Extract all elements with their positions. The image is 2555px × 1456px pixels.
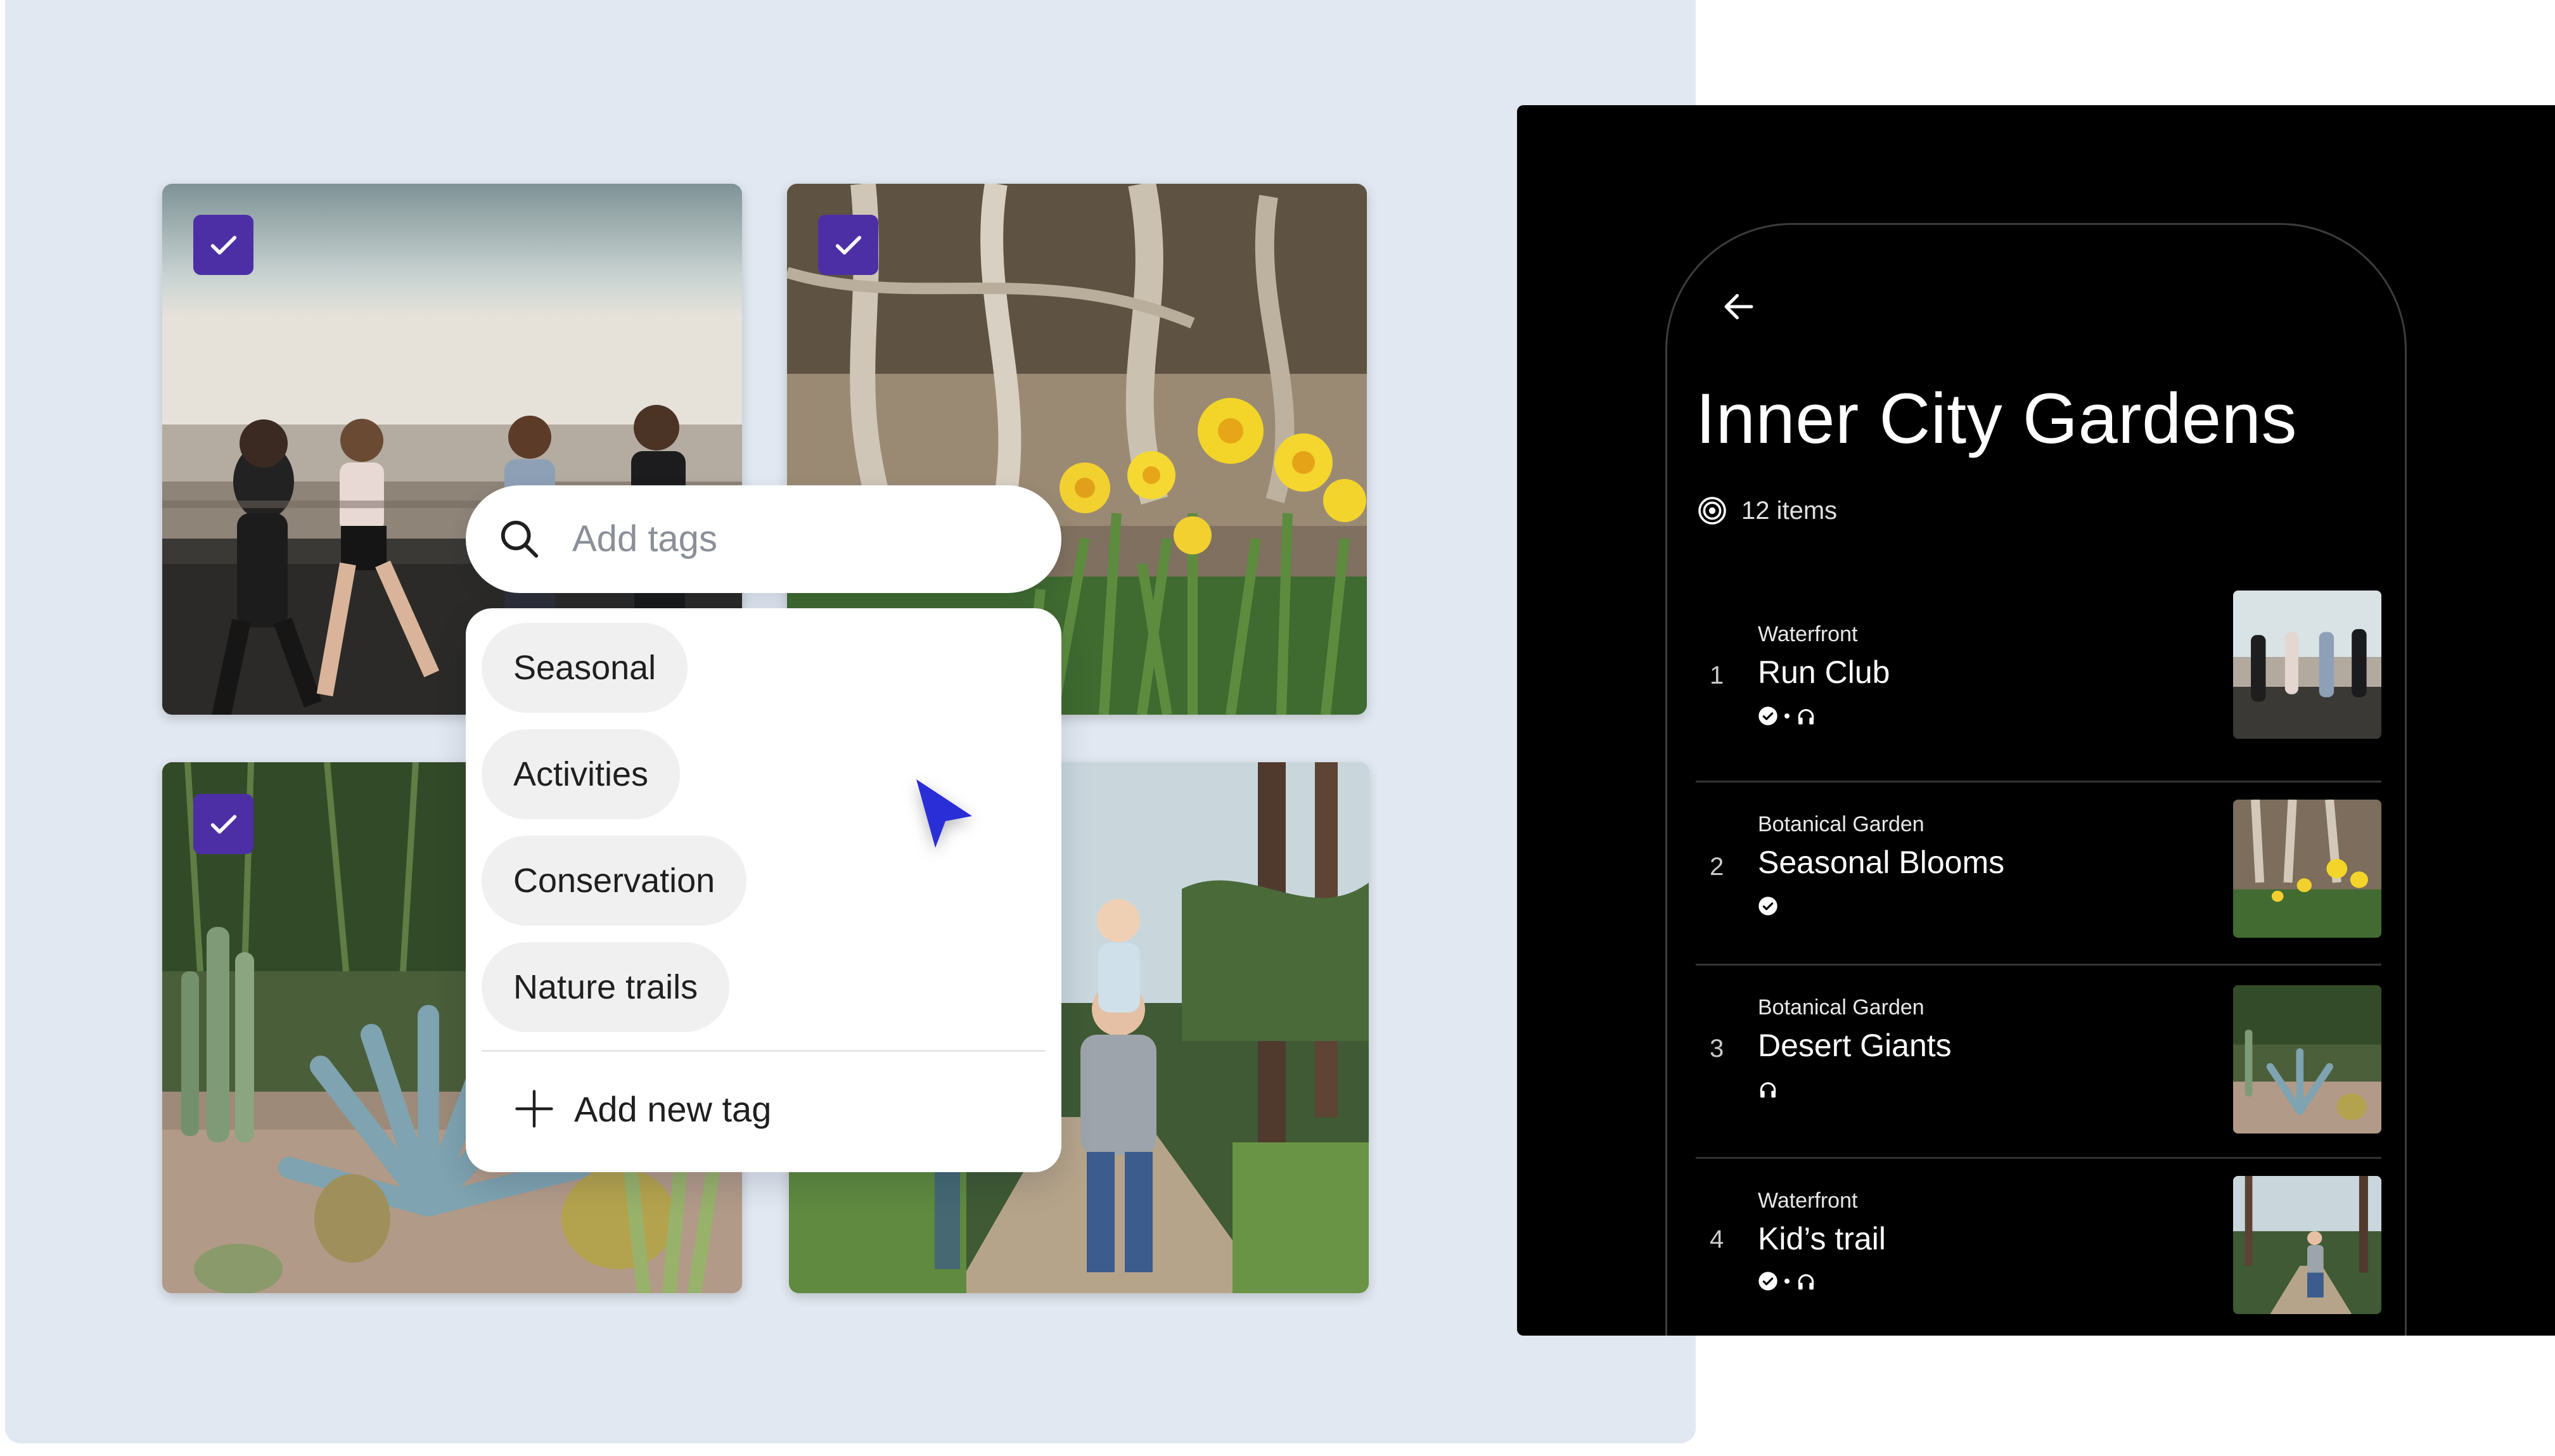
- item-title: Seasonal Blooms: [1758, 845, 2005, 880]
- checkmark-icon: [210, 235, 236, 255]
- item-number: 2: [1710, 853, 1724, 881]
- cactus-garden-photo-checkbox[interactable]: [193, 794, 253, 854]
- item-status-icons: [1758, 895, 1778, 917]
- add-new-tag-button[interactable]: Add new tag: [513, 1077, 771, 1140]
- item-title: Desert Giants: [1758, 1028, 1952, 1063]
- verified-icon: [1758, 706, 1777, 725]
- collection-target-icon: [1698, 497, 1726, 525]
- run-club-thumbnail: [2233, 591, 2381, 739]
- list-item-kids-trail[interactable]: 4 Waterfront Kid’s trail: [1696, 1157, 2381, 1336]
- item-number: 4: [1710, 1225, 1724, 1253]
- collection-title: Inner City Gardens: [1696, 379, 2297, 458]
- headphones-icon: [1798, 709, 1814, 725]
- add-new-tag-label: Add new tag: [574, 1089, 772, 1129]
- mobile-preview-panel: Inner City Gardens 12 items 1 Waterfront…: [1517, 105, 2555, 1336]
- search-icon: [501, 520, 539, 558]
- list-item-seasonal-blooms[interactable]: 2 Botanical Garden Seasonal Blooms: [1696, 781, 2381, 966]
- item-category: Waterfront: [1758, 622, 1858, 646]
- item-status-icons: [1758, 1078, 1778, 1101]
- separator-dot: [1784, 713, 1790, 718]
- item-title: Run Club: [1758, 655, 1890, 690]
- item-category: Botanical Garden: [1758, 812, 1924, 836]
- checkmark-icon: [210, 814, 236, 834]
- seasonal-blooms-thumbnail: [2233, 800, 2381, 938]
- search-placeholder[interactable]: Add tags: [572, 485, 717, 593]
- tag-chip-activities[interactable]: Activities: [482, 729, 681, 819]
- headphones-icon: [1798, 1274, 1814, 1290]
- mouse-pointer-icon: [916, 779, 972, 848]
- item-title: Kid’s trail: [1758, 1221, 1886, 1256]
- tag-search-bar[interactable]: Add tags: [466, 485, 1061, 593]
- separator-dot: [1784, 1279, 1790, 1284]
- tag-suggestions-dropdown: Seasonal Activities Conservation Nature …: [466, 608, 1061, 1172]
- runners-photo-checkbox[interactable]: [193, 215, 253, 275]
- tag-chip-conservation[interactable]: Conservation: [482, 836, 747, 926]
- item-status-icons: [1758, 705, 1816, 727]
- item-category: Botanical Garden: [1758, 995, 1924, 1019]
- item-number: 1: [1710, 661, 1724, 689]
- daffodils-photo-checkbox[interactable]: [818, 215, 878, 275]
- desert-giants-thumbnail: [2233, 985, 2381, 1134]
- headphones-icon: [1760, 1082, 1776, 1098]
- back-arrow-icon[interactable]: [1720, 288, 1758, 326]
- checkmark-icon: [835, 235, 861, 255]
- verified-icon: [1758, 897, 1777, 916]
- item-count: 12 items: [1697, 493, 1837, 528]
- tag-chip-seasonal[interactable]: Seasonal: [482, 623, 688, 713]
- item-count-label: 12 items: [1741, 496, 1838, 525]
- list-item-run-club[interactable]: 1 Waterfront Run Club: [1696, 591, 2381, 782]
- item-status-icons: [1758, 1270, 1816, 1293]
- item-category: Waterfront: [1758, 1189, 1858, 1213]
- verified-icon: [1758, 1272, 1777, 1291]
- list-item-desert-giants[interactable]: 3 Botanical Garden Desert Giants: [1696, 964, 2381, 1159]
- plus-icon: [515, 1090, 553, 1128]
- item-number: 3: [1710, 1035, 1724, 1063]
- tag-chip-nature-trails[interactable]: Nature trails: [482, 942, 730, 1032]
- kids-trail-thumbnail: [2233, 1176, 2381, 1314]
- dropdown-divider: [482, 1050, 1046, 1052]
